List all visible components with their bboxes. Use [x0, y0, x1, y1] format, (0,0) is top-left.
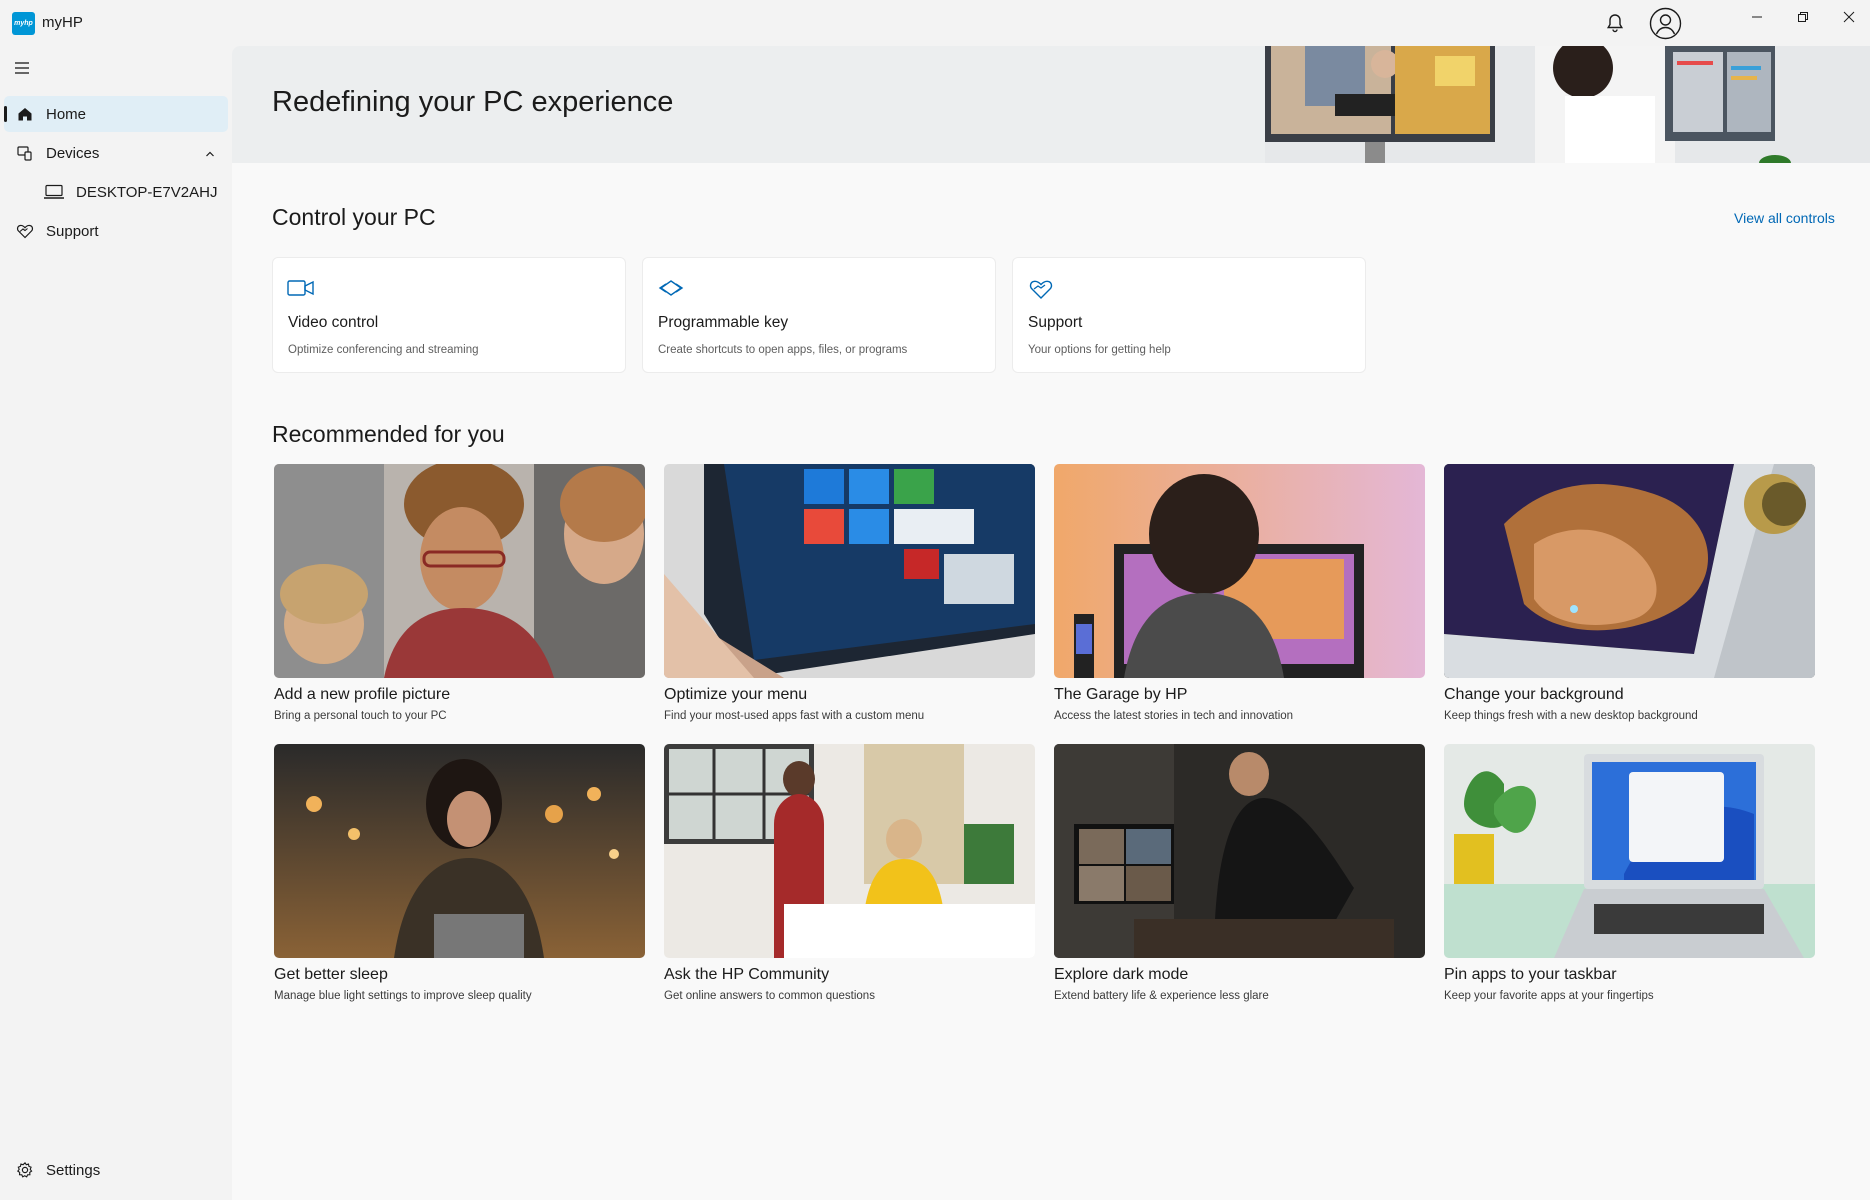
sidebar-item-desktop-e7v2ahj[interactable]: DESKTOP-E7V2AHJ: [4, 174, 228, 210]
hero-title: Redefining your PC experience: [272, 86, 674, 118]
sidebar-item-devices[interactable]: Devices: [4, 135, 228, 171]
rec-card-change-background[interactable]: Change your background Keep things fresh…: [1444, 464, 1815, 734]
devices-icon: [16, 144, 34, 162]
card-title: Ask the HP Community: [664, 966, 830, 983]
card-title: Support: [1028, 314, 1083, 331]
rec-card-image: [274, 464, 645, 678]
rec-card-optimize-menu[interactable]: Optimize your menu Find your most-used a…: [664, 464, 1035, 734]
hamburger-menu-icon[interactable]: [12, 58, 32, 78]
rec-card-image: [274, 744, 645, 958]
chevron-up-icon[interactable]: [204, 147, 216, 159]
sidebar-item-label: DESKTOP-E7V2AHJ: [76, 184, 218, 201]
sidebar-item-label: Support: [46, 223, 99, 240]
card-title: Optimize your menu: [664, 686, 808, 703]
card-title: Explore dark mode: [1054, 966, 1189, 983]
sidebar-item-support[interactable]: Support: [4, 213, 228, 249]
rec-card-image: [1444, 464, 1815, 678]
video-control-card[interactable]: Video control Optimize conferencing and …: [272, 257, 626, 373]
sidebar-item-settings[interactable]: Settings: [4, 1152, 228, 1188]
card-description: Bring a personal touch to your PC: [274, 710, 447, 722]
rec-card-garage[interactable]: The Garage by HP Access the latest stori…: [1054, 464, 1425, 734]
support-heart-icon: [16, 222, 34, 240]
rec-card-image: [1054, 464, 1425, 678]
card-title: Video control: [288, 314, 379, 331]
rec-card-hp-community[interactable]: Ask the HP Community Get online answers …: [664, 744, 1035, 1014]
rec-card-profile-picture[interactable]: Add a new profile picture Bring a person…: [274, 464, 645, 734]
sidebar: Home Devices DESKTOP-E7V2AHJ Support Set…: [0, 46, 232, 1200]
close-icon[interactable]: [1826, 5, 1870, 29]
restore-icon[interactable]: [1780, 5, 1826, 29]
card-title: Pin apps to your taskbar: [1444, 966, 1617, 983]
rec-card-image: [664, 744, 1035, 958]
support-heart-icon: [1027, 278, 1055, 299]
card-description: Find your most-used apps fast with a cus…: [664, 710, 925, 722]
gear-icon: [16, 1161, 34, 1179]
card-description: Manage blue light settings to improve sl…: [274, 990, 532, 1002]
rec-card-image: [1054, 744, 1425, 958]
hero-image: [1265, 46, 1870, 163]
support-card[interactable]: Support Your options for getting help: [1012, 257, 1366, 373]
card-description: Keep things fresh with a new desktop bac…: [1444, 710, 1698, 722]
selection-indicator: [4, 106, 7, 122]
rec-card-image: [664, 464, 1035, 678]
sidebar-item-label: Home: [46, 106, 87, 123]
programmable-key-card[interactable]: Programmable key Create shortcuts to ope…: [642, 257, 996, 373]
card-title: Get better sleep: [274, 966, 388, 983]
card-description: Optimize conferencing and streaming: [288, 344, 479, 356]
myhp-logo-icon: myhp: [12, 12, 35, 35]
card-title: The Garage by HP: [1054, 686, 1188, 703]
app-title: myHP: [42, 14, 83, 31]
card-description: Access the latest stories in tech and in…: [1054, 710, 1294, 722]
programmable-key-icon: [657, 278, 685, 298]
rec-card-image: [1444, 744, 1815, 958]
settings-label: Settings: [46, 1162, 101, 1179]
sidebar-item-home[interactable]: Home: [4, 96, 228, 132]
hero-banner: Redefining your PC experience: [232, 46, 1870, 163]
laptop-icon: [43, 184, 65, 200]
card-title: Add a new profile picture: [274, 686, 451, 703]
title-bar: myhp myHP: [0, 0, 1870, 46]
rec-card-better-sleep[interactable]: Get better sleep Manage blue light setti…: [274, 744, 645, 1014]
sidebar-item-label: Devices: [46, 145, 100, 162]
control-section-title: Control your PC: [272, 204, 436, 230]
card-title: Programmable key: [658, 314, 789, 331]
rec-card-dark-mode[interactable]: Explore dark mode Extend battery life & …: [1054, 744, 1425, 1014]
minimize-icon[interactable]: [1734, 5, 1780, 29]
bell-icon[interactable]: [1604, 12, 1626, 34]
main-content: Redefining your PC experience Control yo…: [232, 46, 1870, 1200]
card-description: Create shortcuts to open apps, files, or…: [658, 344, 908, 356]
rec-card-pin-apps[interactable]: Pin apps to your taskbar Keep your favor…: [1444, 744, 1815, 1014]
account-icon[interactable]: [1649, 7, 1682, 40]
recommended-section-title: Recommended for you: [272, 421, 505, 447]
video-camera-icon: [287, 278, 315, 298]
card-description: Get online answers to common questions: [664, 990, 875, 1002]
card-description: Keep your favorite apps at your fingerti…: [1444, 990, 1654, 1002]
card-title: Change your background: [1444, 686, 1624, 703]
home-icon: [16, 105, 34, 123]
view-all-controls-link[interactable]: View all controls: [1734, 210, 1835, 226]
card-description: Your options for getting help: [1028, 344, 1171, 356]
card-description: Extend battery life & experience less gl…: [1054, 990, 1269, 1002]
